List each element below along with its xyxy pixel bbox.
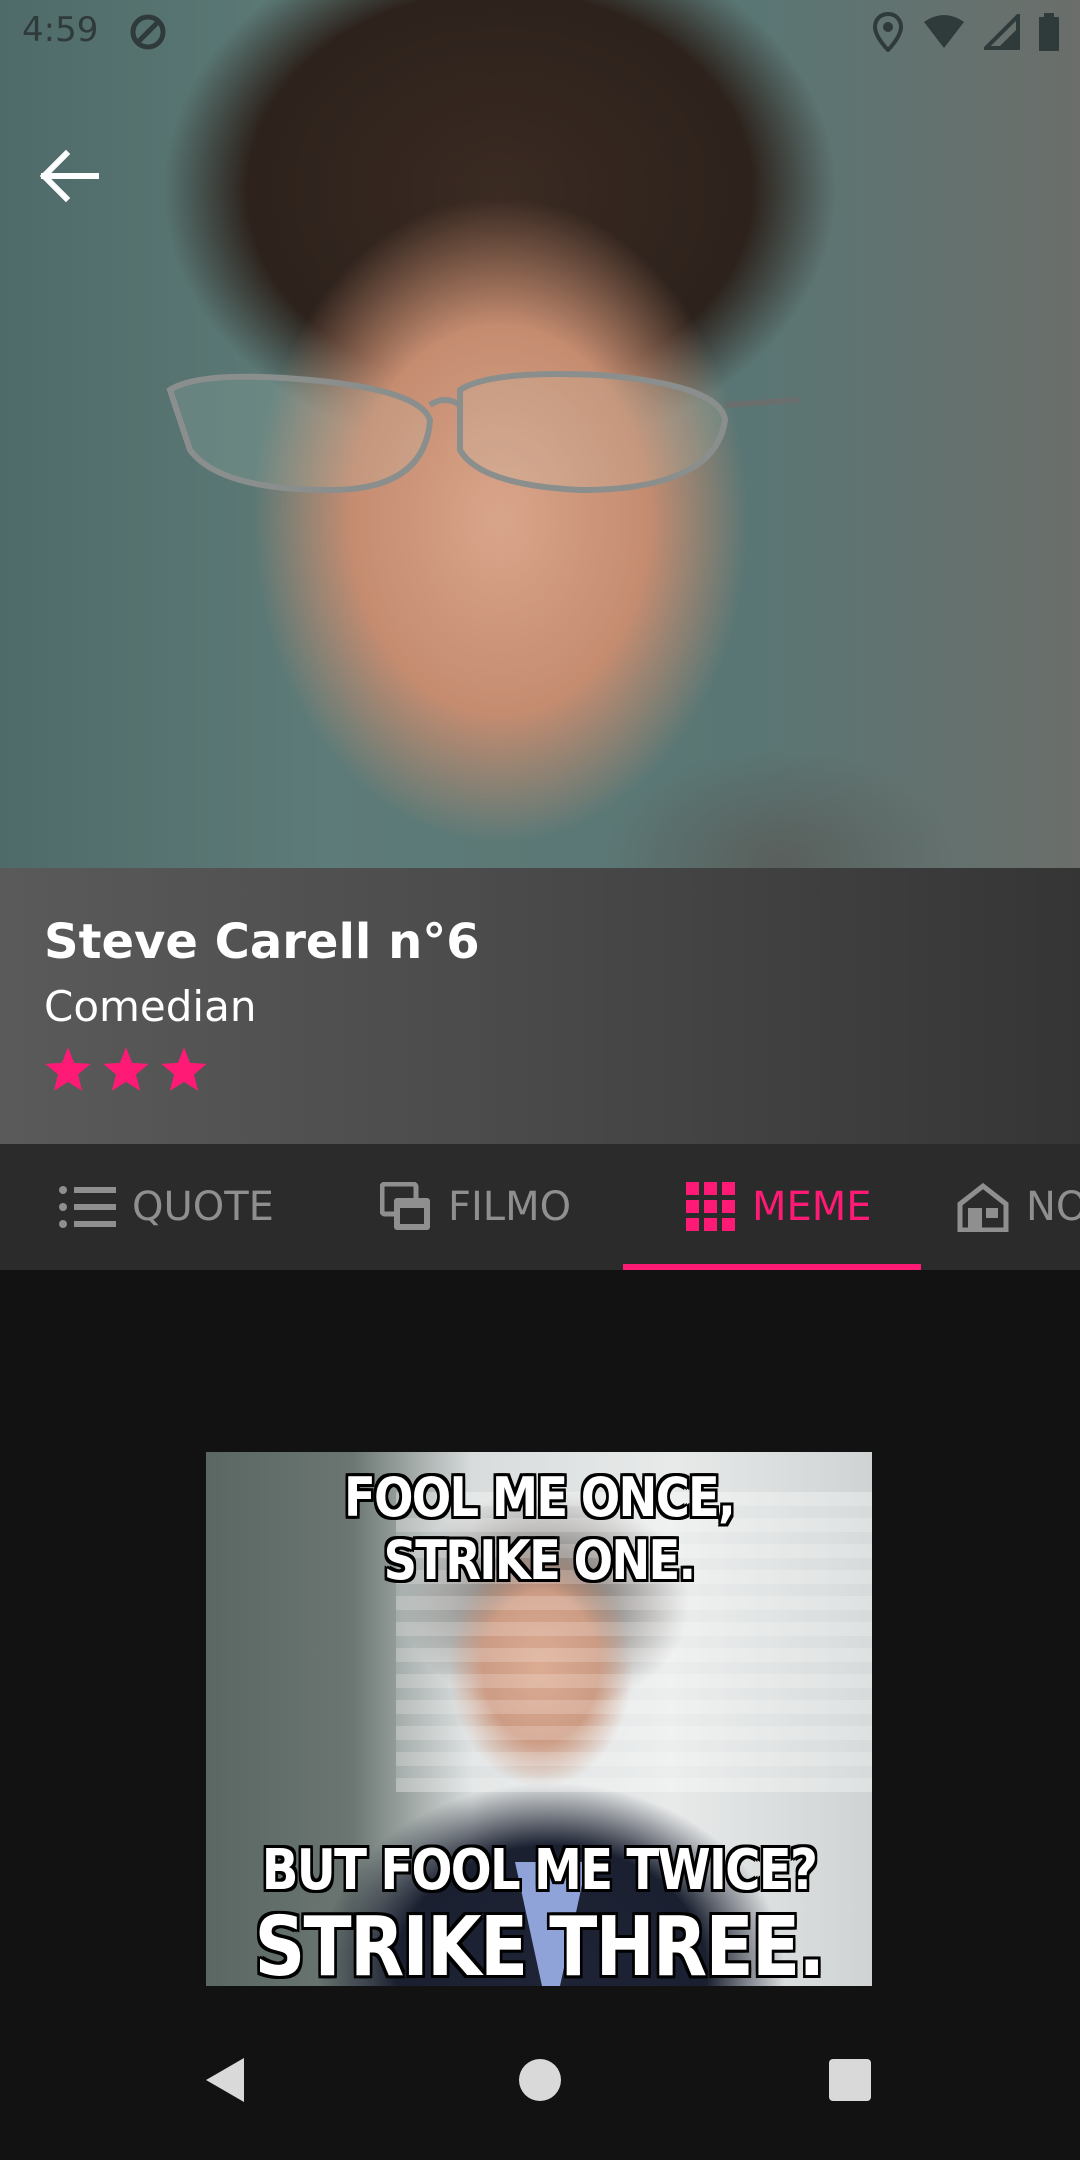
profile-role: Comedian <box>44 982 257 1031</box>
tab-no[interactable]: NO <box>956 1144 1080 1270</box>
circle-home-icon <box>519 2059 561 2101</box>
tab-no-label: NO <box>1026 1184 1080 1230</box>
home-icon <box>957 1182 1009 1232</box>
location-icon <box>872 11 904 61</box>
star-icon <box>103 1047 149 1091</box>
glasses-shape <box>166 371 800 494</box>
nav-back-button[interactable] <box>200 2054 248 2110</box>
list-icon <box>59 1186 116 1228</box>
arrow-left-icon <box>39 149 99 203</box>
screen: 4:59 Steve Carell n°6 Comedian QUOTE FIL… <box>0 0 1080 2160</box>
nav-recents-button[interactable] <box>826 2054 874 2110</box>
tab-meme[interactable]: MEME <box>686 1144 872 1270</box>
meme-bottom-text: STRIKE THREE. <box>254 1900 825 1986</box>
meme-image[interactable]: FOOL ME ONCE, STRIKE ONE. BUT FOOL ME TW… <box>206 1452 872 1986</box>
copy-icon <box>380 1182 430 1230</box>
tab-meme-label: MEME <box>752 1184 872 1230</box>
tab-filmo-label: FILMO <box>448 1184 572 1230</box>
back-button[interactable] <box>36 148 102 204</box>
profile-header-photo: 4:59 <box>0 0 1080 868</box>
system-navigation-bar <box>0 2010 1080 2160</box>
rating-stars <box>42 1044 210 1096</box>
battery-icon <box>1038 13 1060 60</box>
triangle-back-icon <box>206 2058 244 2102</box>
sync-icon <box>128 12 168 61</box>
status-icons <box>872 11 1060 61</box>
cellular-signal-icon <box>981 11 1020 59</box>
square-recents-icon <box>829 2059 871 2101</box>
profile-info: Steve Carell n°6 Comedian <box>0 868 1080 1144</box>
status-bar: 4:59 <box>0 0 1080 64</box>
star-icon <box>45 1047 91 1091</box>
profile-name: Steve Carell n°6 <box>44 914 480 970</box>
tab-quote[interactable]: QUOTE <box>58 1144 274 1270</box>
meme-content: FOOL ME ONCE, STRIKE ONE. BUT FOOL ME TW… <box>0 1270 1080 2010</box>
nav-home-button[interactable] <box>516 2054 564 2110</box>
tab-quote-label: QUOTE <box>132 1184 274 1230</box>
status-time: 4:59 <box>22 10 99 50</box>
wifi-icon <box>922 14 966 59</box>
meme-top-text: FOOL ME ONCE, STRIKE ONE. <box>344 1466 736 1592</box>
tab-bar: QUOTE FILMO MEME NO <box>0 1144 1080 1270</box>
meme-middle-text: BUT FOOL ME TWICE? <box>261 1838 818 1903</box>
tab-filmo[interactable]: FILMO <box>380 1144 571 1270</box>
grid-icon <box>686 1182 735 1231</box>
star-icon <box>161 1047 207 1091</box>
